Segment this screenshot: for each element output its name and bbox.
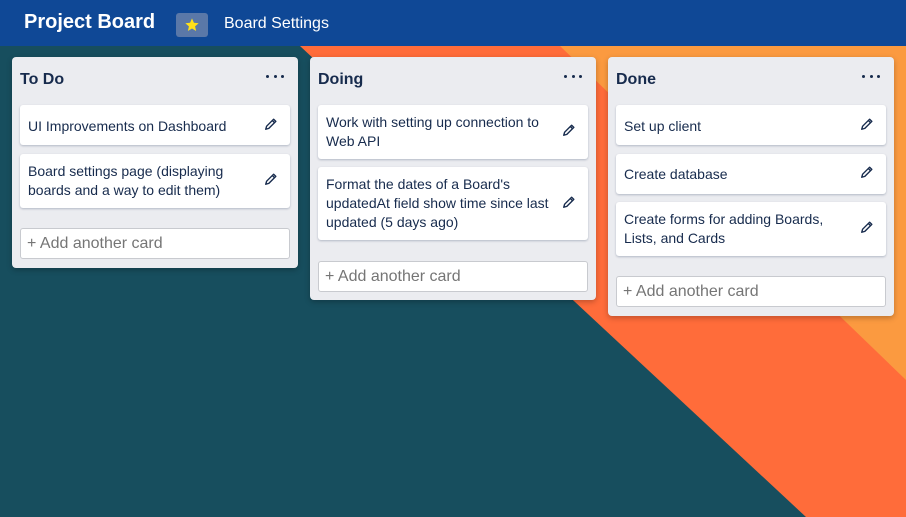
pencil-icon[interactable] (562, 195, 576, 209)
pencil-icon[interactable] (264, 172, 278, 186)
pencil-icon[interactable] (860, 117, 874, 131)
card-text: UI Improvements on Dashboard (28, 118, 227, 134)
dot (281, 74, 284, 78)
board-title: Project Board (24, 11, 156, 33)
top-bar: Project Board Board Settings (0, 0, 906, 46)
pencil-icon[interactable] (860, 165, 874, 179)
more-horizontal-icon (564, 74, 567, 78)
list-title: Done (616, 71, 656, 88)
list-doing: Doing Work with setting up connection to… (310, 57, 596, 300)
card[interactable]: Set up client (616, 105, 886, 145)
list-title: Doing (318, 71, 364, 88)
list-menu-button[interactable] (266, 67, 284, 85)
card-text: Board settings page (displaying boards a… (28, 163, 224, 198)
pencil-icon[interactable] (860, 220, 874, 234)
card-text: Set up client (624, 118, 702, 134)
list-to-do: To Do UI Improvements on Dashboard Board… (12, 57, 298, 268)
card[interactable]: Board settings page (displaying boards a… (20, 154, 290, 208)
list-menu-button[interactable] (564, 67, 582, 85)
star-icon (185, 18, 199, 31)
card-text: Create database (624, 166, 728, 182)
star-button[interactable] (176, 13, 208, 37)
card[interactable]: Work with setting up connection to Web A… (318, 105, 588, 159)
dot (273, 74, 277, 78)
list-title: To Do (20, 71, 65, 88)
card[interactable]: UI Improvements on Dashboard (20, 105, 290, 145)
card[interactable]: Format the dates of a Board's updatedAt … (318, 167, 588, 240)
card-text: Format the dates of a Board's updatedAt … (326, 176, 549, 230)
board-settings-link[interactable]: Board Settings (224, 15, 329, 33)
more-horizontal-icon (266, 74, 269, 78)
card[interactable]: Create database (616, 154, 886, 194)
dot (579, 74, 582, 78)
add-card-input[interactable] (318, 261, 588, 292)
add-card-input[interactable] (616, 276, 886, 307)
more-horizontal-icon (862, 74, 865, 78)
dot (877, 74, 880, 78)
card-text: Create forms for adding Boards, Lists, a… (624, 211, 824, 246)
pencil-icon[interactable] (562, 123, 576, 137)
card[interactable]: Create forms for adding Boards, Lists, a… (616, 202, 886, 256)
list-done: Done Set up client Create database Creat… (608, 57, 894, 316)
card-text: Work with setting up connection to Web A… (326, 114, 539, 149)
add-card-input[interactable] (20, 228, 290, 259)
pencil-icon[interactable] (264, 117, 278, 131)
dot (869, 74, 873, 78)
dot (571, 74, 575, 78)
list-menu-button[interactable] (862, 67, 880, 85)
